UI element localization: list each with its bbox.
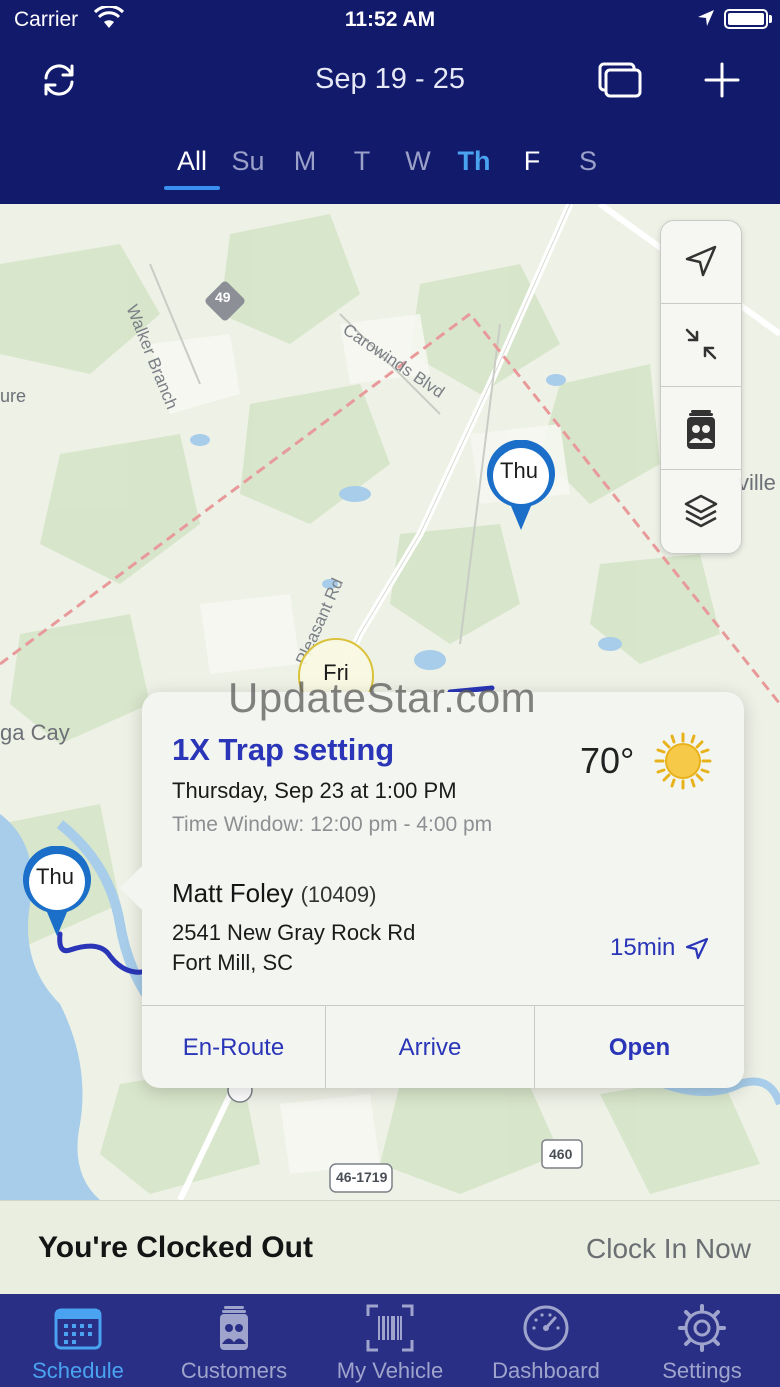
- tab-label: Customers: [180, 1358, 288, 1383]
- battery-tip: [769, 15, 772, 23]
- barcode-icon: [366, 1304, 414, 1352]
- tab-thursday[interactable]: Th: [454, 146, 494, 177]
- temperature: 70°: [580, 740, 635, 781]
- route-shield-460: 460: [549, 1146, 573, 1162]
- cards-view-icon[interactable]: [598, 62, 642, 98]
- map-pin-thursday-top[interactable]: Thu: [482, 439, 560, 536]
- travel-time[interactable]: 15min: [610, 934, 675, 962]
- tab-my-vehicle[interactable]: My Vehicle: [312, 1294, 468, 1387]
- customer-name[interactable]: Matt Foley (10409): [172, 878, 376, 909]
- locate-me-button[interactable]: [661, 221, 741, 304]
- tab-all[interactable]: All: [172, 146, 212, 177]
- sun-icon: [654, 732, 712, 790]
- address-line-2: Fort Mill, SC: [172, 950, 293, 975]
- battery-icon: [724, 9, 768, 29]
- tab-label: Dashboard: [492, 1358, 600, 1383]
- tab-label: Settings: [662, 1358, 742, 1383]
- clock-status: You're Clocked Out: [38, 1231, 313, 1264]
- tab-settings[interactable]: Settings: [624, 1294, 780, 1387]
- tab-label: Schedule: [32, 1358, 124, 1383]
- tab-friday[interactable]: F: [518, 146, 546, 177]
- popup-actions: En-Route Arrive Open: [142, 1005, 744, 1089]
- fit-bounds-button[interactable]: [661, 304, 741, 387]
- customers-icon: [687, 410, 715, 449]
- week-title[interactable]: Sep 19 - 25: [0, 63, 780, 96]
- navigate-icon[interactable]: [684, 936, 710, 962]
- map-pin-icon: [487, 439, 555, 530]
- tab-selected-indicator: [164, 186, 220, 190]
- address-line-1: 2541 New Gray Rock Rd: [172, 920, 416, 945]
- clock-time: 11:52 AM: [344, 8, 436, 31]
- place-label-cay: ga Cay: [0, 720, 70, 745]
- day-tabs: All Su M T W Th F S: [0, 140, 780, 200]
- layers-icon: [684, 494, 718, 528]
- map-layers-button[interactable]: [661, 470, 741, 553]
- location-arrow-icon: [685, 245, 717, 277]
- open-button[interactable]: Open: [534, 1006, 744, 1089]
- arrive-button[interactable]: Arrive: [325, 1006, 534, 1089]
- tab-tuesday[interactable]: T: [348, 146, 376, 177]
- tab-customers[interactable]: Customers: [156, 1294, 312, 1387]
- appointment-date: Thursday, Sep 23 at 1:00 PM: [172, 778, 457, 803]
- appointment-popup[interactable]: 1X Trap setting Thursday, Sep 23 at 1:00…: [120, 692, 744, 1089]
- clock-status-bar: You're Clocked Out Clock In Now: [0, 1200, 780, 1294]
- watermark: UpdateStar.com: [228, 674, 537, 721]
- en-route-button[interactable]: En-Route: [142, 1006, 325, 1089]
- tab-label: My Vehicle: [336, 1358, 444, 1383]
- calendar-icon: [54, 1308, 102, 1350]
- pin-label: Thu: [36, 864, 74, 889]
- tab-monday[interactable]: M: [288, 146, 322, 177]
- pin-label: Thu: [500, 458, 538, 483]
- add-icon[interactable]: [702, 60, 742, 100]
- collapse-arrows-icon: [685, 328, 717, 360]
- tab-wednesday[interactable]: W: [400, 146, 436, 177]
- status-bar: Carrier 11:52 AM: [0, 0, 780, 44]
- nav-bar: Sep 19 - 25: [0, 50, 780, 110]
- tab-schedule[interactable]: Schedule: [0, 1294, 156, 1387]
- route-shield-49: 49: [215, 289, 231, 305]
- tab-saturday[interactable]: S: [574, 146, 602, 177]
- header: Carrier 11:52 AM Sep 19 - 25 All Su M T …: [0, 0, 780, 204]
- gear-icon: [678, 1304, 726, 1352]
- map-view[interactable]: Walker Branch Carowinds Blvd Pleasant Rd…: [0, 204, 780, 1200]
- service-title[interactable]: 1X Trap setting: [172, 732, 394, 768]
- tab-dashboard[interactable]: Dashboard: [468, 1294, 624, 1387]
- customers-icon: [220, 1306, 248, 1350]
- map-pin-thursday-left[interactable]: Thu: [18, 845, 96, 942]
- map-controls: [660, 220, 742, 554]
- place-label-right: ville: [738, 470, 776, 495]
- map-pin-icon: [22, 845, 92, 936]
- customers-layer-button[interactable]: [661, 387, 741, 470]
- popup-pointer: [120, 864, 144, 912]
- route-shield-46-1719: 46-1719: [336, 1169, 388, 1185]
- time-window: Time Window: 12:00 pm - 4:00 pm: [172, 813, 493, 836]
- place-label-left-top: ure: [0, 386, 27, 406]
- gauge-icon: [523, 1305, 569, 1351]
- customer-id: (10409): [300, 882, 377, 907]
- clock-in-button[interactable]: Clock In Now: [586, 1233, 751, 1265]
- tab-bar: Schedule Customers My Vehicle Dashboard …: [0, 1294, 780, 1387]
- location-arrow-icon: [698, 10, 714, 26]
- tab-sunday[interactable]: Su: [228, 146, 268, 177]
- customer-name-text: Matt Foley: [172, 878, 294, 908]
